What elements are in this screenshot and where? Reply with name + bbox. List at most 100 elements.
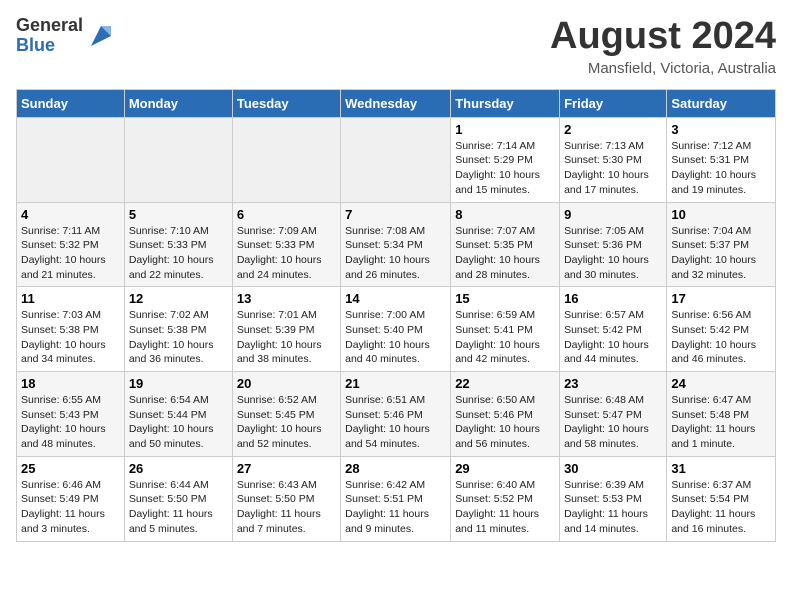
column-header-sunday: Sunday xyxy=(17,89,125,117)
calendar-cell: 15Sunrise: 6:59 AMSunset: 5:41 PMDayligh… xyxy=(451,287,560,372)
calendar-cell: 25 Sunrise: 6:46 AMSunset: 5:49 PMDayligh… xyxy=(17,456,125,541)
calendar-cell xyxy=(17,117,125,202)
calendar-cell xyxy=(124,117,232,202)
logo-icon xyxy=(87,22,115,50)
day-number: 2 xyxy=(564,122,662,137)
calendar-cell: 7Sunrise: 7:08 AMSunset: 5:34 PMDaylight… xyxy=(341,202,451,287)
calendar-cell: 12 Sunrise: 7:02 AMSunset: 5:38 PMDayligh… xyxy=(124,287,232,372)
day-info: Sunrise: 6:43 AMSunset: 5:50 PMDaylight:… xyxy=(237,478,336,537)
logo-blue: Blue xyxy=(16,36,83,56)
day-number: 18 xyxy=(21,376,120,391)
calendar-table: SundayMondayTuesdayWednesdayThursdayFrid… xyxy=(16,89,776,542)
day-info: Sunrise: 7:03 AMSunset: 5:38 PMDaylight:… xyxy=(21,308,120,367)
calendar-week-row: 1 Sunrise: 7:14 AMSunset: 5:29 PMDaylight… xyxy=(17,117,776,202)
location: Mansfield, Victoria, Australia xyxy=(550,60,776,77)
calendar-cell: 6 Sunrise: 7:09 AMSunset: 5:33 PMDaylight… xyxy=(232,202,340,287)
day-number: 3 xyxy=(671,122,771,137)
calendar-cell: 29 Sunrise: 6:40 AMSunset: 5:52 PMDayligh… xyxy=(451,456,560,541)
day-number: 23 xyxy=(564,376,662,391)
calendar-cell: 22 Sunrise: 6:50 AMSunset: 5:46 PMDayligh… xyxy=(451,372,560,457)
day-number: 19 xyxy=(129,376,228,391)
calendar-cell: 1 Sunrise: 7:14 AMSunset: 5:29 PMDaylight… xyxy=(451,117,560,202)
day-info: Sunrise: 7:12 AMSunset: 5:31 PMDaylight:… xyxy=(671,139,771,198)
day-info: Sunrise: 6:54 AMSunset: 5:44 PMDaylight:… xyxy=(129,393,228,452)
calendar-cell: 11 Sunrise: 7:03 AMSunset: 5:38 PMDayligh… xyxy=(17,287,125,372)
column-header-wednesday: Wednesday xyxy=(341,89,451,117)
day-info: Sunrise: 6:42 AMSunset: 5:51 PMDaylight:… xyxy=(345,478,446,537)
day-info: Sunrise: 7:13 AMSunset: 5:30 PMDaylight:… xyxy=(564,139,662,198)
title-block: August 2024 Mansfield, Victoria, Austral… xyxy=(550,16,776,77)
month-title: August 2024 xyxy=(550,16,776,58)
calendar-cell: 16Sunrise: 6:57 AMSunset: 5:42 PMDayligh… xyxy=(560,287,667,372)
day-number: 1 xyxy=(455,122,555,137)
calendar-cell: 4Sunrise: 7:11 AMSunset: 5:32 PMDaylight… xyxy=(17,202,125,287)
calendar-cell: 28 Sunrise: 6:42 AMSunset: 5:51 PMDayligh… xyxy=(341,456,451,541)
day-info: Sunrise: 6:46 AMSunset: 5:49 PMDaylight:… xyxy=(21,478,120,537)
calendar-cell: 14Sunrise: 7:00 AMSunset: 5:40 PMDayligh… xyxy=(341,287,451,372)
calendar-cell: 3 Sunrise: 7:12 AMSunset: 5:31 PMDaylight… xyxy=(667,117,776,202)
day-number: 27 xyxy=(237,461,336,476)
calendar-cell: 13Sunrise: 7:01 AMSunset: 5:39 PMDayligh… xyxy=(232,287,340,372)
day-number: 7 xyxy=(345,207,446,222)
calendar-cell: 21 Sunrise: 6:51 AMSunset: 5:46 PMDayligh… xyxy=(341,372,451,457)
day-number: 4 xyxy=(21,207,120,222)
day-number: 28 xyxy=(345,461,446,476)
column-header-thursday: Thursday xyxy=(451,89,560,117)
day-info: Sunrise: 6:56 AMSunset: 5:42 PMDaylight:… xyxy=(671,308,771,367)
day-info: Sunrise: 7:05 AMSunset: 5:36 PMDaylight:… xyxy=(564,224,662,283)
day-info: Sunrise: 6:59 AMSunset: 5:41 PMDaylight:… xyxy=(455,308,555,367)
day-number: 6 xyxy=(237,207,336,222)
calendar-cell: 18 Sunrise: 6:55 AMSunset: 5:43 PMDayligh… xyxy=(17,372,125,457)
day-number: 12 xyxy=(129,291,228,306)
column-header-monday: Monday xyxy=(124,89,232,117)
day-info: Sunrise: 6:44 AMSunset: 5:50 PMDaylight:… xyxy=(129,478,228,537)
day-info: Sunrise: 6:55 AMSunset: 5:43 PMDaylight:… xyxy=(21,393,120,452)
page-header: General Blue August 2024 Mansfield, Vict… xyxy=(16,16,776,77)
day-number: 9 xyxy=(564,207,662,222)
day-number: 10 xyxy=(671,207,771,222)
day-number: 24 xyxy=(671,376,771,391)
calendar-cell: 2 Sunrise: 7:13 AMSunset: 5:30 PMDaylight… xyxy=(560,117,667,202)
calendar-week-row: 11 Sunrise: 7:03 AMSunset: 5:38 PMDayligh… xyxy=(17,287,776,372)
column-header-friday: Friday xyxy=(560,89,667,117)
day-number: 29 xyxy=(455,461,555,476)
calendar-header-row: SundayMondayTuesdayWednesdayThursdayFrid… xyxy=(17,89,776,117)
day-number: 5 xyxy=(129,207,228,222)
day-number: 8 xyxy=(455,207,555,222)
calendar-week-row: 4Sunrise: 7:11 AMSunset: 5:32 PMDaylight… xyxy=(17,202,776,287)
calendar-cell xyxy=(341,117,451,202)
logo-general: General xyxy=(16,16,83,36)
day-info: Sunrise: 6:50 AMSunset: 5:46 PMDaylight:… xyxy=(455,393,555,452)
calendar-cell: 9 Sunrise: 7:05 AMSunset: 5:36 PMDaylight… xyxy=(560,202,667,287)
day-number: 11 xyxy=(21,291,120,306)
day-info: Sunrise: 7:14 AMSunset: 5:29 PMDaylight:… xyxy=(455,139,555,198)
calendar-cell xyxy=(232,117,340,202)
day-number: 20 xyxy=(237,376,336,391)
day-info: Sunrise: 7:04 AMSunset: 5:37 PMDaylight:… xyxy=(671,224,771,283)
calendar-cell: 20 Sunrise: 6:52 AMSunset: 5:45 PMDayligh… xyxy=(232,372,340,457)
day-number: 31 xyxy=(671,461,771,476)
calendar-cell: 5 Sunrise: 7:10 AMSunset: 5:33 PMDaylight… xyxy=(124,202,232,287)
logo: General Blue xyxy=(16,16,115,56)
day-number: 22 xyxy=(455,376,555,391)
day-info: Sunrise: 6:48 AMSunset: 5:47 PMDaylight:… xyxy=(564,393,662,452)
day-info: Sunrise: 7:00 AMSunset: 5:40 PMDaylight:… xyxy=(345,308,446,367)
day-number: 17 xyxy=(671,291,771,306)
day-info: Sunrise: 6:40 AMSunset: 5:52 PMDaylight:… xyxy=(455,478,555,537)
calendar-cell: 30Sunrise: 6:39 AMSunset: 5:53 PMDayligh… xyxy=(560,456,667,541)
calendar-cell: 26Sunrise: 6:44 AMSunset: 5:50 PMDayligh… xyxy=(124,456,232,541)
day-number: 25 xyxy=(21,461,120,476)
day-info: Sunrise: 7:09 AMSunset: 5:33 PMDaylight:… xyxy=(237,224,336,283)
calendar-cell: 24Sunrise: 6:47 AMSunset: 5:48 PMDayligh… xyxy=(667,372,776,457)
day-number: 16 xyxy=(564,291,662,306)
day-info: Sunrise: 7:02 AMSunset: 5:38 PMDaylight:… xyxy=(129,308,228,367)
day-info: Sunrise: 6:37 AMSunset: 5:54 PMDaylight:… xyxy=(671,478,771,537)
calendar-week-row: 18 Sunrise: 6:55 AMSunset: 5:43 PMDayligh… xyxy=(17,372,776,457)
day-info: Sunrise: 7:10 AMSunset: 5:33 PMDaylight:… xyxy=(129,224,228,283)
day-number: 21 xyxy=(345,376,446,391)
day-info: Sunrise: 7:07 AMSunset: 5:35 PMDaylight:… xyxy=(455,224,555,283)
column-header-saturday: Saturday xyxy=(667,89,776,117)
calendar-cell: 31 Sunrise: 6:37 AMSunset: 5:54 PMDayligh… xyxy=(667,456,776,541)
day-info: Sunrise: 6:52 AMSunset: 5:45 PMDaylight:… xyxy=(237,393,336,452)
day-info: Sunrise: 6:51 AMSunset: 5:46 PMDaylight:… xyxy=(345,393,446,452)
